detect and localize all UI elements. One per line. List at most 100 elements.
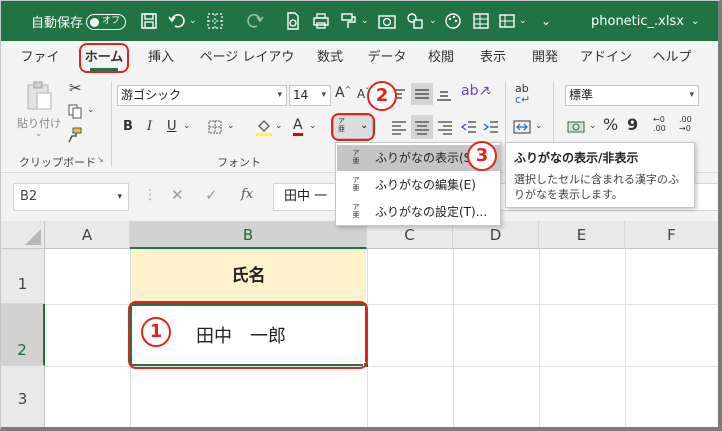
grid-dropdown-icon[interactable]: ⌄ [519,1,527,41]
undo-icon[interactable] [167,11,187,31]
percent-style-button[interactable]: % [603,115,618,134]
tab-help[interactable]: ヘルプ [647,41,697,75]
accounting-format-icon[interactable] [567,119,585,135]
italic-button[interactable]: I [147,119,152,134]
decrease-decimal-icon[interactable]: .00 →0 [679,115,692,133]
tab-addins[interactable]: アドイン [579,41,633,75]
copy-icon[interactable] [67,103,83,119]
format-painter-icon[interactable] [339,11,359,31]
align-bottom-icon[interactable] [435,87,453,103]
comma-style-button[interactable]: 9 [627,115,638,134]
number-format-combo[interactable]: 標準 ▾ [565,85,699,106]
save-icon[interactable] [139,11,159,31]
bold-button[interactable]: B [123,119,133,134]
tooltip: ふりがなの表示/非表示 選択したセルに含まれる漢字のふりがなを表示します。 [505,142,695,208]
camera-icon[interactable] [377,11,397,31]
font-group-label: フォント [217,156,261,169]
undo-dropdown-icon[interactable]: ⌄ [189,1,197,41]
tab-developer[interactable]: 開発 [525,41,565,75]
name-box[interactable]: B2 ▾ [13,183,129,211]
border-icon[interactable] [207,119,223,135]
painter-dropdown-icon[interactable]: ⌄ [361,1,369,41]
tab-file[interactable]: ファイル [15,41,65,99]
tab-formulas[interactable]: 数式 [309,41,351,75]
column-header-e[interactable]: E [539,221,625,249]
merge-center-icon[interactable] [513,119,531,135]
borders-icon[interactable] [205,11,225,31]
fill-color-icon[interactable] [255,117,273,137]
chevron-down-icon: ▾ [321,90,326,100]
underline-dropdown-icon[interactable]: ⌄ [183,121,191,131]
cell-b1[interactable]: 氏名 [131,249,366,304]
filename-dropdown-icon[interactable]: ⌄ [691,1,699,41]
tab-view[interactable]: 表示 [473,41,513,75]
font-color-button[interactable]: A [293,117,303,136]
phonetic-settings-icon: ア亜 [352,203,360,219]
gridline [453,249,454,427]
align-center-button[interactable] [411,115,433,139]
insert-function-button[interactable]: fx [241,187,253,202]
chevron-down-icon: ▾ [117,192,122,202]
cancel-icon[interactable]: ✕ [171,186,184,204]
align-right-icon[interactable] [437,119,453,135]
customize-qat-icon[interactable]: ⌄ [541,1,551,41]
autosave-toggle[interactable]: オフ [86,14,126,30]
shapes-dropdown-icon[interactable]: ⌄ [429,1,437,41]
increase-decimal-icon[interactable]: ←0.00 [653,115,666,133]
merge-dropdown-icon[interactable]: ⌄ [535,121,543,131]
redo-icon[interactable] [245,11,265,31]
menu-item-edit-phonetic[interactable]: ア亜 ふりがなの編集(E) [337,172,500,198]
underline-button[interactable]: U [167,119,177,134]
tab-insert[interactable]: 挿入 [139,41,183,75]
shapes-icon[interactable] [405,11,425,31]
worksheet-grid: A B C D E F 1 2 3 氏名 田中 一郎 [1,221,718,427]
align-middle-button[interactable] [411,83,433,105]
font-name-combo[interactable]: 游ゴシック ▾ [117,85,287,106]
print-preview-icon[interactable] [283,11,303,31]
format-painter-brush-icon[interactable] [67,127,83,143]
table-icon[interactable] [471,11,491,31]
font-name-value: 游ゴシック [121,88,182,102]
orientation-dropdown-icon[interactable]: ⌄ [485,87,493,97]
grid-icon[interactable] [497,11,517,31]
cut-icon[interactable]: ✂ [69,79,82,97]
menu-item-label: ふりがなの編集(E) [375,178,476,192]
font-color-dropdown-icon[interactable]: ⌄ [309,121,317,131]
decrease-indent-icon[interactable] [461,119,477,135]
font-size-combo[interactable]: 14 ▾ [289,85,331,106]
tab-review[interactable]: 校閲 [421,41,461,75]
home-tab-highlight [79,43,129,73]
border-dropdown-icon[interactable]: ⌄ [227,121,235,131]
group-separator [111,81,112,167]
align-left-icon[interactable] [391,119,407,135]
number-format-value: 標準 [569,88,594,102]
clipboard-launcher-icon[interactable]: ↘ [97,155,104,164]
title-bar: 自動保存 オフ ⌄ ⌄ ⌄ ⌄ ⌄ phonetic_.xlsx ⌄ [1,1,718,41]
enter-icon[interactable]: ✓ [205,186,218,204]
column-header-f[interactable]: F [625,221,718,249]
fill-color-dropdown-icon[interactable]: ⌄ [275,121,283,131]
row-header-3[interactable]: 3 [1,366,45,427]
paste-icon[interactable] [23,79,57,113]
grow-font-button[interactable]: A^ [335,85,351,101]
column-header-a[interactable]: A [45,221,130,249]
row-header-2[interactable]: 2 [1,304,45,366]
column-header-b[interactable]: B [130,221,367,249]
tooltip-title: ふりがなの表示/非表示 [514,151,639,165]
wrap-text-icon[interactable]: ab c↵ [515,83,530,105]
select-all-button[interactable] [1,221,45,249]
copy-dropdown-icon[interactable]: ⌄ [87,105,95,115]
gridline [625,249,626,427]
drag-handle-icon[interactable]: ⋮ [143,187,157,203]
color-palette-icon[interactable] [443,11,463,31]
paste-dropdown-icon[interactable]: ⌄ [35,129,43,139]
step-marker-2: 2 [367,81,397,111]
autosave-state: オフ [102,16,121,26]
accounting-dropdown-icon[interactable]: ⌄ [589,121,597,131]
tab-page-layout[interactable]: ページ レイアウト [195,41,299,99]
menu-item-phonetic-settings[interactable]: ア亜 ふりがなの設定(T)... [337,199,500,225]
row-header-1[interactable]: 1 [1,249,45,304]
increase-indent-icon[interactable] [483,119,499,135]
tab-data[interactable]: データ [363,41,411,75]
print-icon[interactable] [311,11,331,31]
